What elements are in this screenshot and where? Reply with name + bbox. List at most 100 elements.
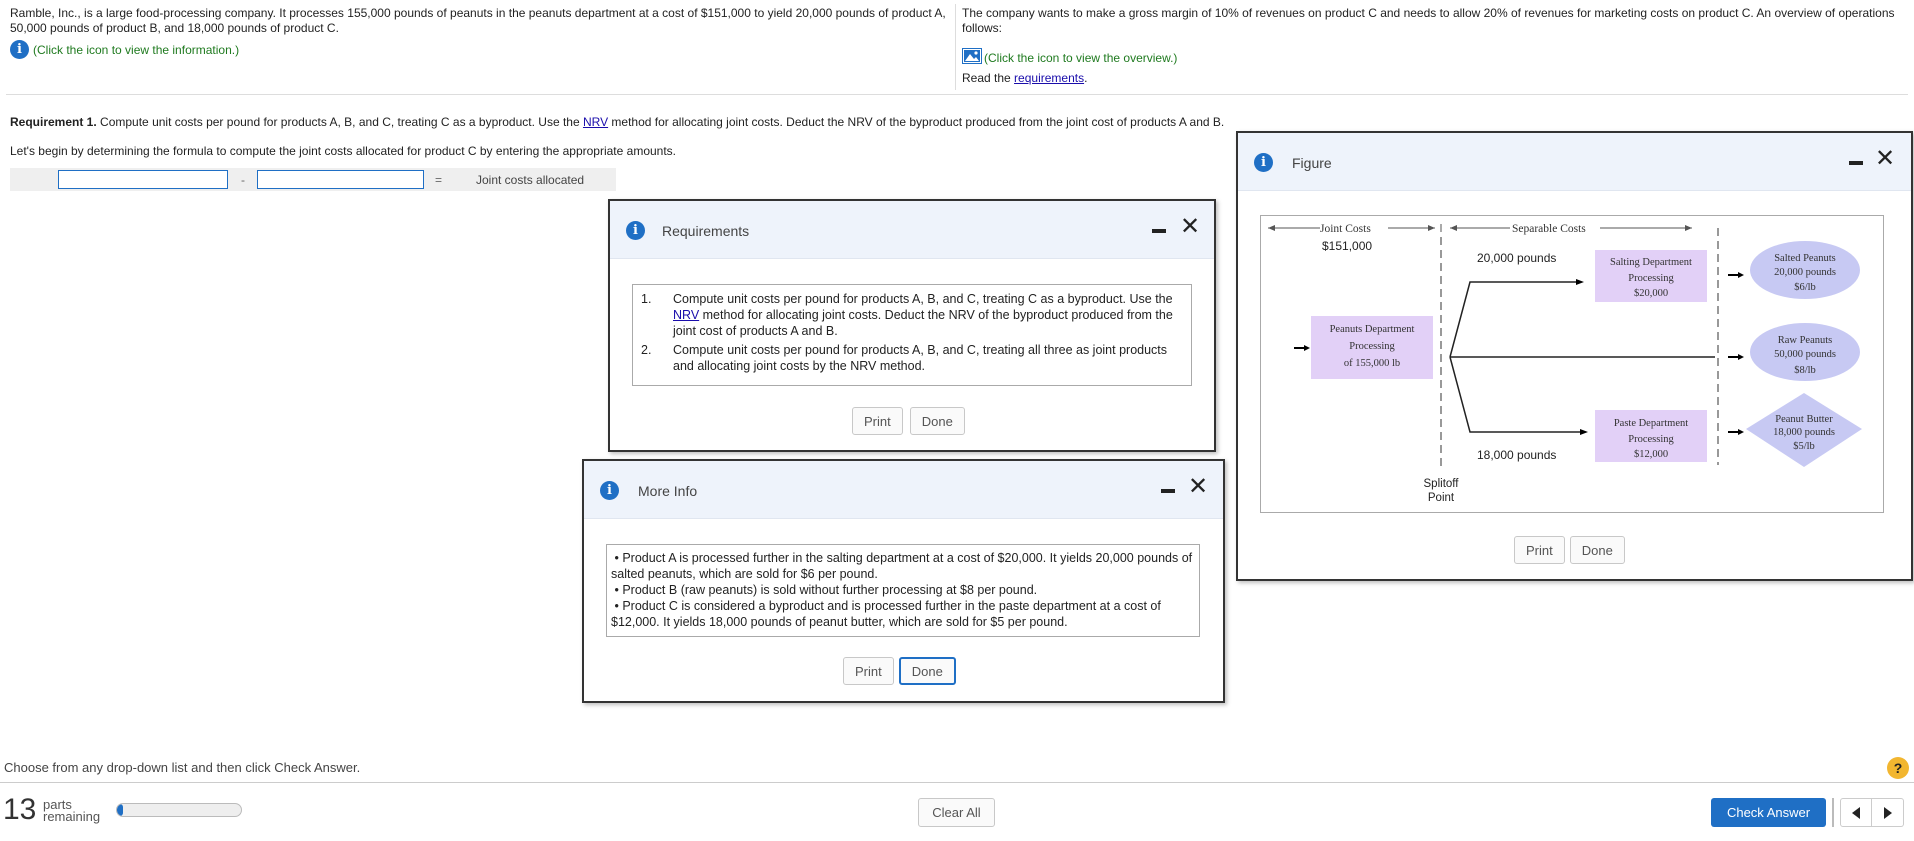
formula-input-2[interactable] xyxy=(257,170,424,189)
requirements-dialog: i Requirements ✕ 1. Compute unit costs p… xyxy=(608,199,1216,452)
progress-fill xyxy=(117,804,124,816)
info-bullet: • Product C is considered a byproduct an… xyxy=(611,599,1161,629)
problem-right-text: The company wants to make a gross margin… xyxy=(962,6,1895,35)
requirement-label: Requirement 1. xyxy=(10,115,97,129)
requirement-body: Compute unit costs per pound for product… xyxy=(673,292,1173,338)
read-suffix: . xyxy=(1084,71,1088,85)
parts-label: parts remaining xyxy=(43,798,101,824)
dialog-title: Figure xyxy=(1292,155,1332,171)
column-divider xyxy=(955,4,956,90)
info-icon: i xyxy=(600,481,619,500)
raw-peanuts-line1: Raw Peanuts xyxy=(1778,335,1833,346)
info-icon[interactable]: i xyxy=(10,40,29,59)
overview-link-text[interactable]: (Click the icon to view the overview.) xyxy=(984,51,1177,65)
info-link-text[interactable]: (Click the icon to view the information.… xyxy=(33,43,239,57)
done-button[interactable]: Done xyxy=(898,657,956,685)
read-requirements: Read the requirements. xyxy=(962,71,1087,85)
splitoff-line1: Splitoff xyxy=(1424,478,1460,490)
done-button[interactable]: Done xyxy=(1569,536,1625,564)
peanut-butter-line3: $5/lb xyxy=(1793,441,1815,452)
requirement-body: Compute unit costs per pound for product… xyxy=(673,343,1168,373)
dialog-title: Requirements xyxy=(662,223,750,239)
close-icon[interactable]: ✕ xyxy=(1188,475,1208,499)
clear-all-button[interactable]: Clear All xyxy=(918,798,995,827)
progress-bar xyxy=(116,803,242,817)
peanuts-dept-line3: of 155,000 lb xyxy=(1344,358,1400,369)
salted-peanuts-line1: Salted Peanuts xyxy=(1774,253,1836,264)
requirements-link[interactable]: requirements xyxy=(1014,71,1084,85)
salted-peanuts-line2: 20,000 pounds xyxy=(1774,267,1836,278)
requirement-num: 2. xyxy=(641,343,652,357)
raw-peanuts-line2: 50,000 pounds xyxy=(1774,349,1836,360)
requirement-item: 1. Compute unit costs per pound for prod… xyxy=(641,291,1181,339)
paste-dept-line1: Paste Department xyxy=(1614,418,1688,429)
paste-dept-line3: $12,000 xyxy=(1634,449,1668,460)
requirements-list: 1. Compute unit costs per pound for prod… xyxy=(632,284,1192,386)
more-info-dialog: i More Info ✕ • Product A is processed f… xyxy=(582,459,1225,703)
more-info-dialog-header: i More Info ✕ xyxy=(584,461,1223,519)
image-icon[interactable] xyxy=(962,48,982,67)
requirement-text: Requirement 1. Compute unit costs per po… xyxy=(10,115,1224,129)
minimize-icon[interactable] xyxy=(1849,161,1863,165)
footer-instruction: Choose from any drop-down list and then … xyxy=(4,760,361,775)
formula-row: - = Joint costs allocated xyxy=(10,168,616,191)
info-bullet: • Product A is processed further in the … xyxy=(611,551,1193,581)
parts-label-line2: remaining xyxy=(43,809,101,824)
pounds-bottom: 18,000 pounds xyxy=(1477,448,1556,462)
instruction-text: Let's begin by determining the formula t… xyxy=(10,144,677,158)
figure-dialog-header: i Figure ✕ xyxy=(1238,133,1911,191)
requirement-text-after: method for allocating joint costs. Deduc… xyxy=(608,115,1225,129)
close-icon[interactable]: ✕ xyxy=(1180,215,1200,239)
figure-buttons: Print Done xyxy=(1514,536,1625,564)
salting-dept-line3: $20,000 xyxy=(1634,288,1668,299)
peanuts-dept-line2: Processing xyxy=(1349,341,1395,352)
dialog-title: More Info xyxy=(638,483,698,499)
top-divider xyxy=(6,94,1908,95)
requirements-buttons: Print Done xyxy=(852,407,965,435)
info-link[interactable]: i (Click the icon to view the informatio… xyxy=(10,40,239,59)
parts-count: 13 xyxy=(3,793,37,826)
operations-diagram: Joint Costs Separable Costs $151,000 Pea… xyxy=(1260,215,1884,513)
requirements-dialog-header: i Requirements ✕ xyxy=(610,201,1214,259)
peanut-butter-line2: 18,000 pounds xyxy=(1773,427,1835,438)
peanut-butter-line1: Peanut Butter xyxy=(1775,414,1833,425)
done-button[interactable]: Done xyxy=(909,407,965,435)
salting-dept-line1: Salting Department xyxy=(1610,257,1692,268)
info-icon: i xyxy=(1254,153,1273,172)
overview-link[interactable]: (Click the icon to view the overview.) xyxy=(962,48,1177,67)
separable-costs-label: Separable Costs xyxy=(1512,223,1586,235)
joint-costs-label: Joint Costs xyxy=(1320,223,1371,235)
raw-peanuts-line3: $8/lb xyxy=(1794,365,1816,376)
salted-peanuts-line3: $6/lb xyxy=(1794,282,1816,293)
problem-left-text: Ramble, Inc., is a large food-processing… xyxy=(10,6,946,35)
joint-costs-allocated-label: Joint costs allocated xyxy=(476,173,585,187)
print-button[interactable]: Print xyxy=(852,407,903,435)
splitoff-line2: Point xyxy=(1428,492,1455,504)
formula-input-1[interactable] xyxy=(58,170,228,189)
equals-sign: = xyxy=(435,173,443,187)
salting-dept-line2: Processing xyxy=(1628,273,1674,284)
next-button[interactable] xyxy=(1872,798,1904,827)
print-button[interactable]: Print xyxy=(843,657,894,685)
figure-dialog: i Figure ✕ Joint Costs Separable Costs $… xyxy=(1236,131,1913,581)
nrv-link[interactable]: NRV xyxy=(583,115,608,129)
requirement-item: 2. Compute unit costs per pound for prod… xyxy=(641,342,1181,374)
read-prefix: Read the xyxy=(962,71,1015,85)
info-icon: i xyxy=(626,221,645,240)
nav-separator xyxy=(1832,798,1834,827)
close-icon[interactable]: ✕ xyxy=(1875,147,1895,171)
pounds-top: 20,000 pounds xyxy=(1477,251,1556,265)
check-answer-button[interactable]: Check Answer xyxy=(1711,798,1826,827)
more-info-box: • Product A is processed further in the … xyxy=(606,544,1200,637)
nrv-link[interactable]: NRV xyxy=(673,308,699,322)
previous-button[interactable] xyxy=(1840,798,1872,827)
more-info-buttons: Print Done xyxy=(843,657,956,685)
peanuts-dept-line1: Peanuts Department xyxy=(1330,324,1415,335)
print-button[interactable]: Print xyxy=(1514,536,1565,564)
minimize-icon[interactable] xyxy=(1152,229,1166,233)
help-icon[interactable]: ? xyxy=(1887,757,1909,779)
requirement-num: 1. xyxy=(641,292,652,306)
minimize-icon[interactable] xyxy=(1161,489,1175,493)
chevron-right-icon xyxy=(1883,806,1892,819)
minus-sign: - xyxy=(241,173,245,187)
